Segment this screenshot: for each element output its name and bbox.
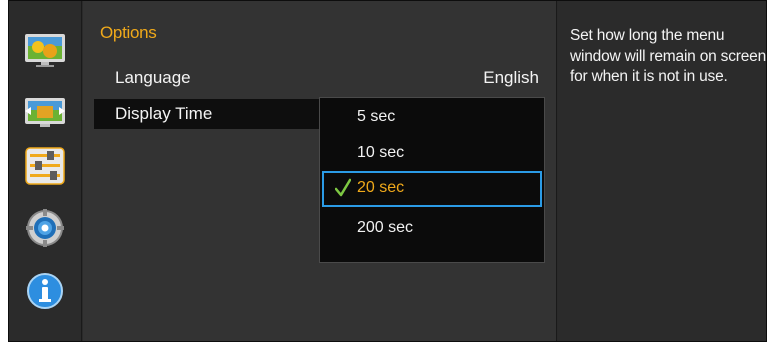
option-5-sec[interactable]: 5 sec — [320, 100, 544, 136]
option-label: 5 sec — [357, 108, 396, 125]
display-time-dropdown: 5 sec 10 sec 20 sec 200 sec — [319, 97, 545, 263]
display-time-label: Display Time — [115, 104, 213, 123]
screen-size-icon[interactable] — [23, 92, 67, 132]
option-label: 200 sec — [357, 219, 414, 236]
checkmark-icon — [335, 178, 351, 197]
display-time-row[interactable]: Display Time — [94, 99, 330, 129]
language-row[interactable]: Language English — [94, 63, 544, 93]
option-label: 20 sec — [357, 179, 405, 196]
option-200-sec[interactable]: 200 sec — [320, 211, 544, 247]
picture-icon[interactable] — [23, 30, 67, 70]
sidebar — [9, 1, 82, 341]
help-text: Set how long the menu window will remain… — [570, 27, 766, 85]
language-value: English — [483, 68, 539, 87]
settings-gear-icon[interactable] — [23, 208, 67, 248]
osd-menu-window: Options Language English Display Time 5 … — [8, 0, 767, 342]
help-panel: Set how long the menu window will remain… — [558, 1, 766, 341]
language-label: Language — [115, 68, 191, 87]
option-label: 10 sec — [357, 144, 405, 161]
information-icon[interactable] — [23, 271, 67, 311]
option-10-sec[interactable]: 10 sec — [320, 136, 544, 172]
option-20-sec[interactable]: 20 sec — [322, 171, 542, 207]
options-panel: Options Language English Display Time 5 … — [83, 1, 557, 341]
section-title: Options — [100, 23, 157, 42]
system-sliders-icon[interactable] — [23, 146, 67, 186]
